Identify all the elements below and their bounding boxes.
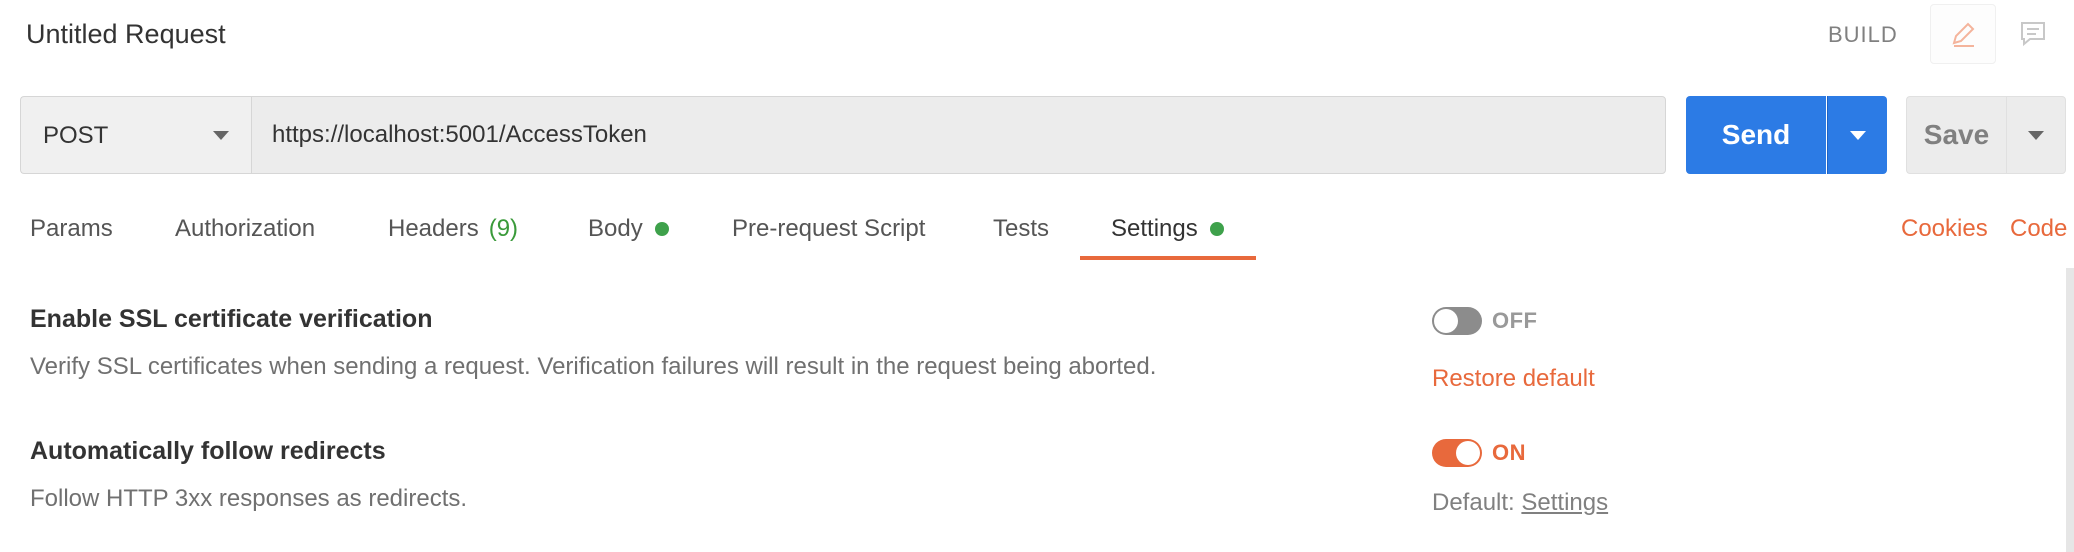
tab-tests[interactable]: Tests: [993, 212, 1049, 246]
method-select[interactable]: POST: [20, 96, 251, 174]
setting-title: Automatically follow redirects: [30, 437, 386, 465]
build-mode-label[interactable]: BUILD: [1828, 20, 1898, 50]
tab-label: Authorization: [175, 215, 316, 242]
tab-label: Headers: [388, 215, 479, 242]
status-dot: [1209, 222, 1224, 236]
tab-settings[interactable]: Settings: [1111, 212, 1224, 246]
save-options-button[interactable]: [2006, 96, 2066, 174]
active-tab-indicator: [1080, 256, 1256, 260]
tab-label: Body: [588, 215, 643, 242]
send-options-button[interactable]: [1827, 96, 1887, 174]
cookies-link[interactable]: Cookies: [1901, 212, 1988, 246]
tab-label: Settings: [1111, 215, 1198, 242]
caret-down-icon: [2028, 130, 2044, 140]
comments-button[interactable]: [2000, 4, 2066, 64]
edit-mode-button[interactable]: [1930, 4, 1996, 64]
tab-label: Pre-request Script: [732, 215, 926, 242]
send-button[interactable]: Send: [1686, 96, 1826, 174]
toggle-state-label: ON: [1492, 440, 1526, 465]
caret-down-icon: [1849, 130, 1866, 140]
toggle-knob: [1456, 441, 1480, 465]
headers-count: (9): [488, 215, 519, 242]
setting-title: Enable SSL certificate verification: [30, 305, 433, 333]
default-hint: Default: Settings: [1432, 486, 1608, 520]
url-input[interactable]: [272, 117, 1652, 153]
url-field[interactable]: [251, 96, 1666, 174]
setting-description: Follow HTTP 3xx responses as redirects.: [30, 485, 468, 512]
default-prefix: Default:: [1432, 489, 1515, 516]
code-link[interactable]: Code: [2010, 212, 2067, 246]
mode-switcher: [1930, 4, 2074, 64]
toggle-state-label: OFF: [1492, 308, 1538, 333]
tab-label: Params: [30, 215, 113, 242]
status-dot: [654, 222, 669, 236]
scrollbar[interactable]: [2066, 268, 2074, 552]
method-value: POST: [43, 122, 109, 149]
request-title[interactable]: Untitled Request: [26, 14, 226, 54]
tab-label: Tests: [993, 215, 1050, 242]
chevron-down-icon: [213, 131, 229, 140]
save-button[interactable]: Save: [1906, 96, 2006, 174]
comment-icon: [2021, 22, 2045, 47]
restore-default-link[interactable]: Restore default: [1432, 362, 1595, 396]
toggle-knob: [1434, 309, 1458, 333]
tab-params[interactable]: Params: [30, 212, 113, 246]
tab-body[interactable]: Body: [588, 212, 669, 246]
tab-headers[interactable]: Headers (9): [388, 212, 518, 246]
pencil-icon: [1952, 22, 1975, 47]
tab-authorization[interactable]: Authorization: [175, 212, 315, 246]
ssl-verification-toggle[interactable]: [1432, 307, 1482, 335]
setting-description: Verify SSL certificates when sending a r…: [30, 353, 1157, 380]
settings-link[interactable]: Settings: [1521, 489, 1608, 516]
follow-redirects-toggle[interactable]: [1432, 439, 1482, 467]
tab-pre-request-script[interactable]: Pre-request Script: [732, 212, 925, 246]
